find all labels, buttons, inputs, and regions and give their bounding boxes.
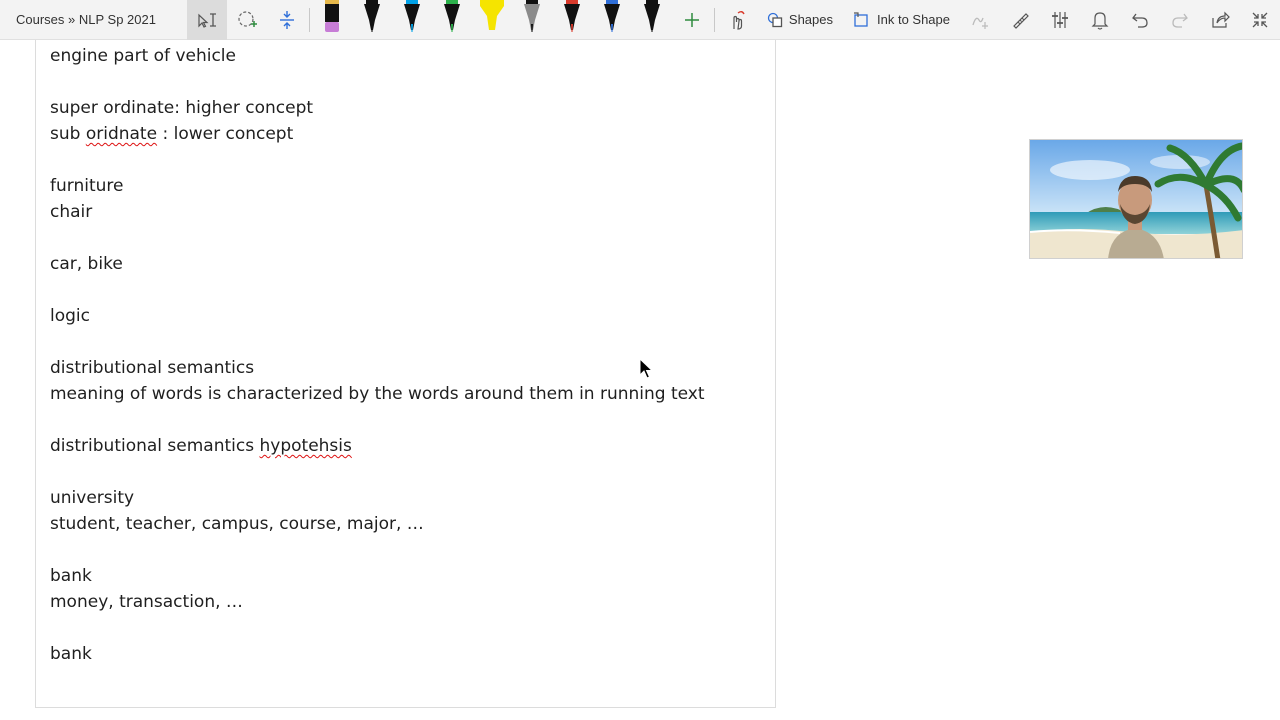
shapes-icon <box>767 12 783 27</box>
lasso-select-button[interactable] <box>227 0 267 40</box>
note-line[interactable]: bank <box>50 563 770 589</box>
pen-icon <box>443 0 460 32</box>
ink-to-math-button[interactable] <box>960 0 1000 40</box>
pen-icon <box>324 0 339 32</box>
collapse-icon <box>1252 12 1268 27</box>
note-line[interactable]: bank <box>50 641 770 667</box>
note-text: : lower concept <box>157 124 294 144</box>
note-line[interactable]: student, teacher, campus, course, major,… <box>50 511 770 537</box>
undo-icon <box>1132 13 1148 28</box>
sliders-icon <box>1052 11 1068 28</box>
redo-icon <box>1172 13 1188 28</box>
ruler-icon <box>1013 12 1029 29</box>
ink-to-text-icon <box>972 17 988 29</box>
note-line[interactable]: money, transaction, … <box>50 589 770 615</box>
note-line[interactable]: meaning of words is characterized by the… <box>50 381 770 407</box>
webcam-video-overlay <box>1029 139 1243 259</box>
note-text: sub <box>50 124 86 144</box>
note-line[interactable]: sub oridnate : lower concept <box>50 121 770 147</box>
pen-3-button[interactable] <box>392 0 432 40</box>
pen-1-button[interactable] <box>312 0 352 40</box>
bell-icon <box>1091 11 1109 30</box>
share-button[interactable] <box>1200 0 1240 40</box>
note-line[interactable]: engine part of vehicle <box>50 43 770 69</box>
pen-9-button[interactable] <box>632 0 672 40</box>
ribbon-toolbar: Courses » NLP Sp 2021 Shapes Ink to Shap… <box>0 0 1280 40</box>
pen-icon <box>363 0 380 32</box>
insert-space-icon <box>279 10 294 29</box>
pen-2-button[interactable] <box>352 0 392 40</box>
add-space-button[interactable] <box>267 0 307 40</box>
pen-6-button[interactable] <box>512 0 552 40</box>
pen-8-button[interactable] <box>592 0 632 40</box>
pen-icon <box>603 0 620 32</box>
breadcrumb[interactable]: Courses » NLP Sp 2021 <box>0 12 187 27</box>
shapes-button[interactable]: Shapes <box>757 0 843 40</box>
plus-icon <box>684 12 699 27</box>
type-select-tool-button[interactable] <box>186 0 227 40</box>
highlighter-icon <box>479 0 504 30</box>
toolbar-separator <box>713 7 715 32</box>
notifications-button[interactable] <box>1080 0 1120 40</box>
pen-7-button[interactable] <box>552 0 592 40</box>
pen-icon <box>403 0 420 32</box>
note-line[interactable]: car, bike <box>50 251 770 277</box>
pen-5-button[interactable] <box>472 0 512 40</box>
touch-drawing-button[interactable] <box>717 0 757 40</box>
undo-button[interactable] <box>1120 0 1160 40</box>
exit-full-screen-button[interactable] <box>1240 0 1280 40</box>
pen-settings-button[interactable] <box>1040 0 1080 40</box>
pen-4-button[interactable] <box>432 0 472 40</box>
ruler-button[interactable] <box>1000 0 1040 40</box>
ink-to-shape-button[interactable]: Ink to Shape <box>843 0 960 40</box>
toolbar-separator <box>308 7 310 32</box>
note-line[interactable]: super ordinate: higher concept <box>50 95 770 121</box>
note-line[interactable]: distributional semantics hypotehsis <box>50 433 770 459</box>
lasso-add-icon <box>238 10 257 27</box>
misspelled-word[interactable]: oridnate <box>86 124 157 144</box>
share-icon <box>1212 11 1230 28</box>
mouse-cursor-icon <box>639 358 653 379</box>
pen-gallery <box>312 0 672 40</box>
lasso-text-cursor-icon <box>198 12 216 28</box>
redo-button[interactable] <box>1160 0 1200 40</box>
note-line[interactable]: distributional semantics <box>50 355 770 381</box>
note-line[interactable]: university <box>50 485 770 511</box>
note-line[interactable]: chair <box>50 199 770 225</box>
pen-icon <box>523 0 540 32</box>
note-container[interactable]: engine part of vehicle super ordinate: h… <box>50 43 770 667</box>
add-pen-button[interactable] <box>672 0 712 40</box>
note-line[interactable]: logic <box>50 303 770 329</box>
pen-icon <box>643 0 660 32</box>
note-text: distributional semantics <box>50 436 260 456</box>
hand-draw-icon <box>733 10 745 30</box>
beach-background-image <box>1030 140 1242 258</box>
pen-icon <box>563 0 580 32</box>
shapes-label: Shapes <box>788 12 833 27</box>
ink-to-shape-icon <box>854 11 868 27</box>
misspelled-word[interactable]: hypotehsis <box>260 436 352 456</box>
ink-to-shape-label: Ink to Shape <box>877 12 950 27</box>
note-line[interactable]: furniture <box>50 173 770 199</box>
